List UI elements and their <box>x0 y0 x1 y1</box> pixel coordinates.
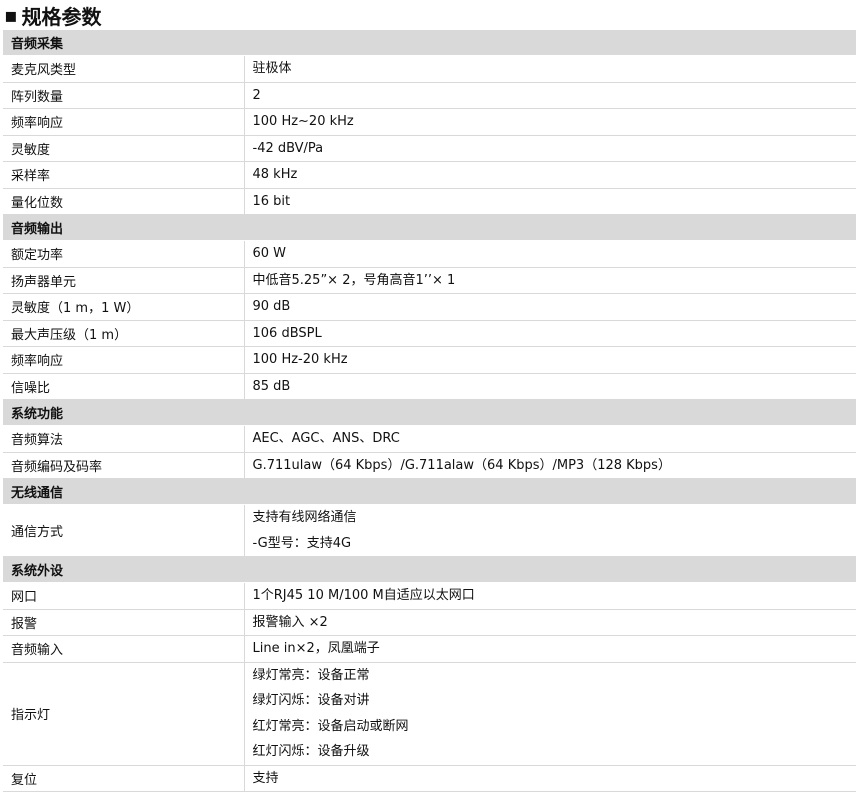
table-row: 量化位数 16 bit <box>3 188 856 215</box>
table-row: 灵敏度 -42 dBV/Pa <box>3 135 856 162</box>
spec-value: 48 kHz <box>244 161 856 189</box>
spec-value-line: 红灯常亮：设备启动或断网 <box>252 718 409 734</box>
table-row: 额定功率 60 W <box>3 240 856 268</box>
section-header: 无线通信 <box>3 478 856 505</box>
spec-label: 频率响应 <box>3 346 245 374</box>
spec-label: 通信方式 <box>3 504 245 557</box>
spec-value-line: -42 dBV/Pa <box>252 140 324 156</box>
spec-value-line: 驻极体 <box>252 61 292 76</box>
table-row: 扬声器单元 中低音5.25”× 2，号角高音1’’× 1 <box>3 267 856 294</box>
spec-label: 扬声器单元 <box>3 267 245 294</box>
spec-label: 最大声压级（1 m） <box>3 320 245 347</box>
spec-value: 绿灯常亮：设备正常 绿灯闪烁：设备对讲红灯常亮：设备启动或断网 红灯闪烁：设备升级 <box>244 662 856 766</box>
table-row: 音频算法 AEC、AGC、ANS、DRC <box>3 425 856 453</box>
spec-label: 音频编码及码率 <box>3 452 245 479</box>
section-title: 系统外设 <box>3 556 856 583</box>
table-row: 信噪比 85 dB <box>3 373 856 400</box>
spec-label: 报警 <box>3 609 245 636</box>
spec-value: Line in×2，凤凰端子 <box>244 635 856 663</box>
table-row: 最大声压级（1 m） 106 dBSPL <box>3 320 856 347</box>
spec-value-line: 60 W <box>252 246 287 261</box>
spec-label: 指示灯 <box>3 662 245 766</box>
spec-value: AEC、AGC、ANS、DRC <box>244 425 856 453</box>
spec-value-line: -G型号：支持4G <box>252 535 352 551</box>
table-row: 频率响应 100 Hz-20 kHz <box>3 346 856 374</box>
spec-value-line: 90 dB <box>252 299 291 314</box>
spec-label: 额定功率 <box>3 240 245 268</box>
spec-value-line: AEC、AGC、ANS、DRC <box>252 431 400 446</box>
table-row: 复位 支持 <box>3 765 856 792</box>
spec-value-line: 100 Hz-20 kHz <box>252 352 348 367</box>
spec-value-line: 红灯闪烁：设备升级 <box>252 744 370 759</box>
spec-label: 频率响应 <box>3 108 245 136</box>
spec-value: 60 W <box>244 240 856 268</box>
spec-value-line: 绿灯闪烁：设备对讲 <box>252 693 370 708</box>
spec-label: 采样率 <box>3 161 245 189</box>
section-title: 系统功能 <box>3 399 856 426</box>
spec-label: 复位 <box>3 765 245 792</box>
spec-value: 中低音5.25”× 2，号角高音1’’× 1 <box>244 267 856 294</box>
table-row: 音频编码及码率 G.711ulaw（64 Kbps）/G.711alaw（64 K… <box>3 452 856 479</box>
spec-value-line: 绿灯常亮：设备正常 <box>252 667 370 683</box>
spec-value-line: 16 bit <box>252 193 291 209</box>
section-header: 音频采集 <box>3 30 856 56</box>
spec-value: 驻极体 <box>244 55 856 83</box>
section-header: 系统功能 <box>3 399 856 426</box>
spec-label: 量化位数 <box>3 188 245 215</box>
table-row: 阵列数量 2 <box>3 82 856 109</box>
spec-value: 报警输入 ×2 <box>244 609 856 636</box>
table-row: 灵敏度（1 m，1 W） 90 dB <box>3 293 856 321</box>
page-title-text: 规格参数 <box>21 4 102 29</box>
section-title: 无线通信 <box>3 478 856 505</box>
spec-value: 106 dBSPL <box>244 320 856 347</box>
spec-value: 支持有线网络通信 -G型号：支持4G <box>244 504 856 557</box>
spec-value-line: 100 Hz~20 kHz <box>252 114 354 129</box>
spec-value: 16 bit <box>244 188 856 215</box>
section-header: 音频输出 <box>3 214 856 241</box>
section-header: 系统外设 <box>3 556 856 583</box>
spec-value-line: 支持有线网络通信 <box>252 510 357 525</box>
spec-label: 麦克风类型 <box>3 55 245 83</box>
section-title: 音频采集 <box>3 30 856 56</box>
spec-value: 支持 <box>244 765 856 792</box>
spec-value: 90 dB <box>244 293 856 321</box>
table-row: 采样率 48 kHz <box>3 161 856 189</box>
spec-table-body: 音频采集 麦克风类型 驻极体 阵列数量 2 频率响应 100 Hz~20 kHz 灵敏度 -42… <box>3 30 856 792</box>
bullet-icon: ▪ <box>4 3 18 27</box>
table-row: 麦克风类型 驻极体 <box>3 55 856 83</box>
spec-label: 灵敏度 <box>3 135 245 162</box>
spec-value-line: 85 dB <box>252 378 291 394</box>
spec-value: -42 dBV/Pa <box>244 135 856 162</box>
spec-value-line: 支持 <box>252 770 279 786</box>
spec-value-line: 48 kHz <box>252 167 298 182</box>
spec-value: 100 Hz-20 kHz <box>244 346 856 374</box>
spec-value-line: 1个RJ45 10 M/100 M自适应以太网口 <box>252 588 475 603</box>
spec-value-line: Line in×2，凤凰端子 <box>252 641 380 656</box>
table-row: 通信方式 支持有线网络通信 -G型号：支持4G <box>3 504 856 557</box>
table-row: 指示灯 绿灯常亮：设备正常 绿灯闪烁：设备对讲红灯常亮：设备启动或断网 红灯闪烁：设备… <box>3 662 856 766</box>
section-title: 音频输出 <box>3 214 856 241</box>
spec-label: 灵敏度（1 m，1 W） <box>3 293 245 321</box>
spec-label: 音频算法 <box>3 425 245 453</box>
spec-value: 2 <box>244 82 856 109</box>
table-row: 频率响应 100 Hz~20 kHz <box>3 108 856 136</box>
spec-value: 100 Hz~20 kHz <box>244 108 856 136</box>
spec-label: 信噪比 <box>3 373 245 400</box>
spec-table: 音频采集 麦克风类型 驻极体 阵列数量 2 频率响应 100 Hz~20 kHz 灵敏度 -42… <box>3 30 856 792</box>
page-title: ▪ 规格参数 <box>0 0 856 30</box>
spec-value-line: 中低音5.25”× 2，号角高音1’’× 1 <box>252 272 456 288</box>
spec-value: 85 dB <box>244 373 856 400</box>
spec-label: 音频输入 <box>3 635 245 663</box>
table-row: 音频输入 Line in×2，凤凰端子 <box>3 635 856 663</box>
spec-value-line: 2 <box>252 87 261 103</box>
spec-label: 网口 <box>3 582 245 610</box>
spec-value-line: 报警输入 ×2 <box>252 614 328 630</box>
spec-value-line: G.711ulaw（64 Kbps）/G.711alaw（64 Kbps）/MP… <box>252 457 671 473</box>
spec-value-line: 106 dBSPL <box>252 325 322 341</box>
spec-value: 1个RJ45 10 M/100 M自适应以太网口 <box>244 582 856 610</box>
spec-label: 阵列数量 <box>3 82 245 109</box>
table-row: 报警 报警输入 ×2 <box>3 609 856 636</box>
table-row: 网口 1个RJ45 10 M/100 M自适应以太网口 <box>3 582 856 610</box>
spec-value: G.711ulaw（64 Kbps）/G.711alaw（64 Kbps）/MP… <box>244 452 856 479</box>
